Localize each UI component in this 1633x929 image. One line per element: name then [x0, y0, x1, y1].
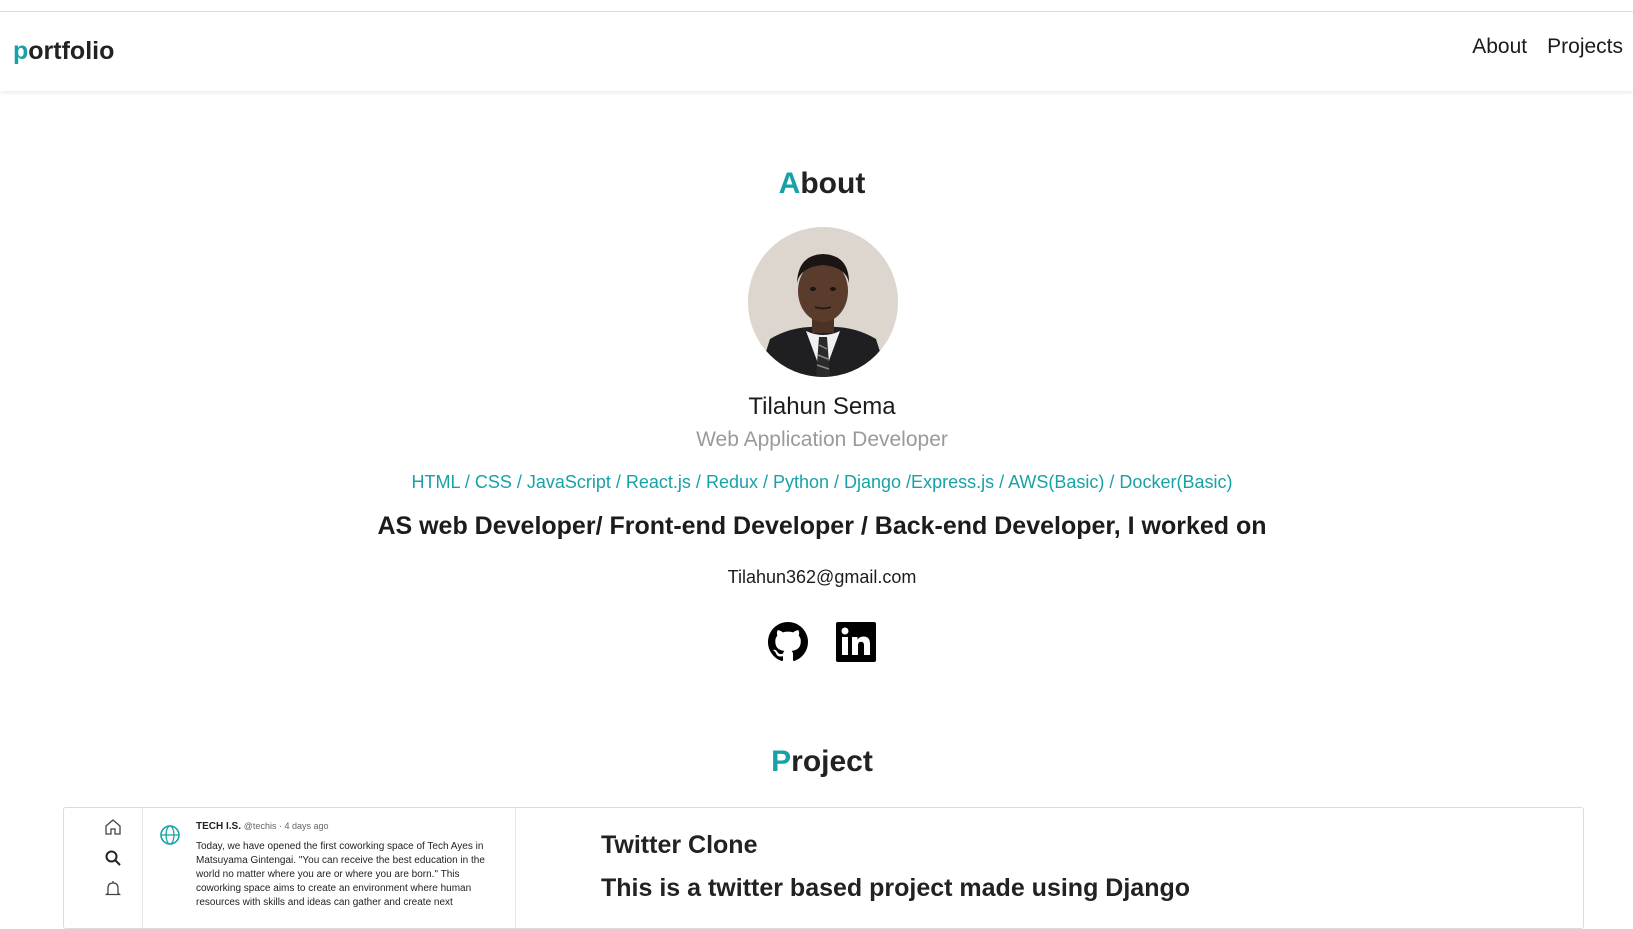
project-description: This is a twitter based project made usi… — [601, 874, 1191, 902]
github-icon[interactable] — [768, 622, 808, 662]
profile-avatar — [748, 227, 898, 377]
about-heading-accent: A — [778, 167, 801, 200]
tweet-meta: @techis · 4 days ago — [243, 821, 329, 831]
social-links — [768, 622, 876, 662]
project-heading: Project — [0, 745, 1633, 779]
about-heading-rest: bout — [800, 167, 866, 200]
globe-icon — [160, 825, 180, 845]
project-heading-rest: roject — [791, 745, 873, 778]
profile-name: Tilahun Sema — [748, 393, 896, 420]
nav-link-projects[interactable]: Projects — [1547, 35, 1623, 59]
project-screenshot: TECH I.S. @techis · 4 days ago Today, we… — [64, 808, 516, 928]
about-heading: About — [0, 167, 1633, 201]
tweet-text: Today, we have opened the first coworkin… — [196, 841, 485, 908]
brand-text: ortfolio — [28, 37, 115, 65]
home-icon — [105, 819, 121, 835]
screenshot-feed: TECH I.S. @techis · 4 days ago Today, we… — [142, 808, 516, 928]
search-icon — [105, 850, 121, 866]
skills-list: HTML / CSS / JavaScript / React.js / Red… — [411, 472, 1233, 492]
screenshot-sidebar — [64, 808, 139, 928]
project-card[interactable]: TECH I.S. @techis · 4 days ago Today, we… — [63, 807, 1584, 929]
tweet-header: TECH I.S. @techis · 4 days ago — [196, 821, 328, 832]
about-statement: AS web Developer/ Front-end Developer / … — [377, 512, 1267, 540]
nav-links: About Projects — [1472, 35, 1623, 59]
brand-accent-letter: p — [13, 37, 29, 65]
project-title: Twitter Clone — [601, 831, 758, 859]
navbar: portfolio About Projects — [0, 12, 1633, 91]
linkedin-icon[interactable] — [836, 622, 876, 662]
brand-logo[interactable]: portfolio — [13, 37, 114, 66]
bell-icon — [105, 881, 121, 896]
tweet-author: TECH I.S. — [196, 821, 242, 832]
contact-email[interactable]: Tilahun362@gmail.com — [0, 567, 1633, 588]
nav-link-about[interactable]: About — [1472, 35, 1527, 59]
project-heading-accent: P — [771, 745, 792, 778]
profile-role: Web Application Developer — [696, 428, 948, 451]
